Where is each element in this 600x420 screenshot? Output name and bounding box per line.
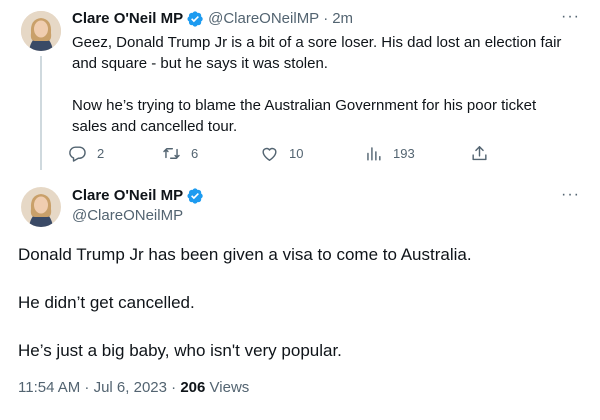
views-label: Views xyxy=(209,379,250,396)
tweet-header: Clare O'Neil MP @ClareONeilMP · 2m xyxy=(72,9,353,29)
tweet-2[interactable]: Clare O'Neil MP @ClareONeilMP ··· Donald… xyxy=(0,178,600,420)
more-icon[interactable]: ··· xyxy=(561,187,580,203)
retweet-icon xyxy=(163,148,180,159)
like-count: 10 xyxy=(289,146,304,161)
reply-button[interactable]: 2 xyxy=(68,144,104,163)
reply-icon xyxy=(69,146,86,162)
tweet-paragraph: He’s just a big baby, who isn't very pop… xyxy=(18,341,342,360)
tweet-paragraph: Geez, Donald Trump Jr is a bit of a sore… xyxy=(72,34,562,72)
views-total[interactable]: 206 xyxy=(180,379,205,396)
tweet-1[interactable]: Clare O'Neil MP @ClareONeilMP · 2m ··· G… xyxy=(0,0,600,178)
tweet-paragraph: Donald Trump Jr has been given a visa to… xyxy=(18,245,472,264)
like-button[interactable]: 10 xyxy=(260,144,303,163)
author-name[interactable]: Clare O'Neil MP xyxy=(72,186,183,206)
thread-connector xyxy=(40,56,42,170)
views-icon xyxy=(367,147,381,161)
retweet-count: 6 xyxy=(191,146,199,161)
tweet-text: Geez, Donald Trump Jr is a bit of a sore… xyxy=(72,32,562,137)
reply-count: 2 xyxy=(97,146,105,161)
tweet-timestamp[interactable]: 11:54 AM · Jul 6, 2023 · xyxy=(18,379,176,396)
author-name[interactable]: Clare O'Neil MP xyxy=(72,9,183,29)
more-icon[interactable]: ··· xyxy=(561,9,580,25)
verified-badge-icon xyxy=(186,187,204,205)
author-handle[interactable]: @ClareONeilMP xyxy=(208,9,319,29)
tweet-paragraph: Now he’s trying to blame the Australian … xyxy=(72,97,537,135)
tweet-meta: 11:54 AM · Jul 6, 2023 · 206 Views xyxy=(18,378,249,398)
views-count: 193 xyxy=(393,146,415,161)
share-icon xyxy=(472,146,487,161)
avatar[interactable] xyxy=(21,11,61,51)
action-bar: 2 6 10 193 xyxy=(68,144,498,164)
avatar[interactable] xyxy=(21,187,61,227)
tweet-paragraph: He didn’t get cancelled. xyxy=(18,293,195,312)
author-handle[interactable]: @ClareONeilMP xyxy=(72,206,183,226)
views-button[interactable]: 193 xyxy=(364,144,415,163)
tweet-text: Donald Trump Jr has been given a visa to… xyxy=(18,243,578,363)
separator: · xyxy=(323,10,329,27)
share-button[interactable] xyxy=(470,144,499,163)
verified-badge-icon xyxy=(186,10,204,28)
tweet-time[interactable]: 2m xyxy=(332,9,353,29)
like-icon xyxy=(262,147,277,161)
retweet-button[interactable]: 6 xyxy=(162,144,198,163)
tweet-header: Clare O'Neil MP @ClareONeilMP xyxy=(72,186,208,226)
